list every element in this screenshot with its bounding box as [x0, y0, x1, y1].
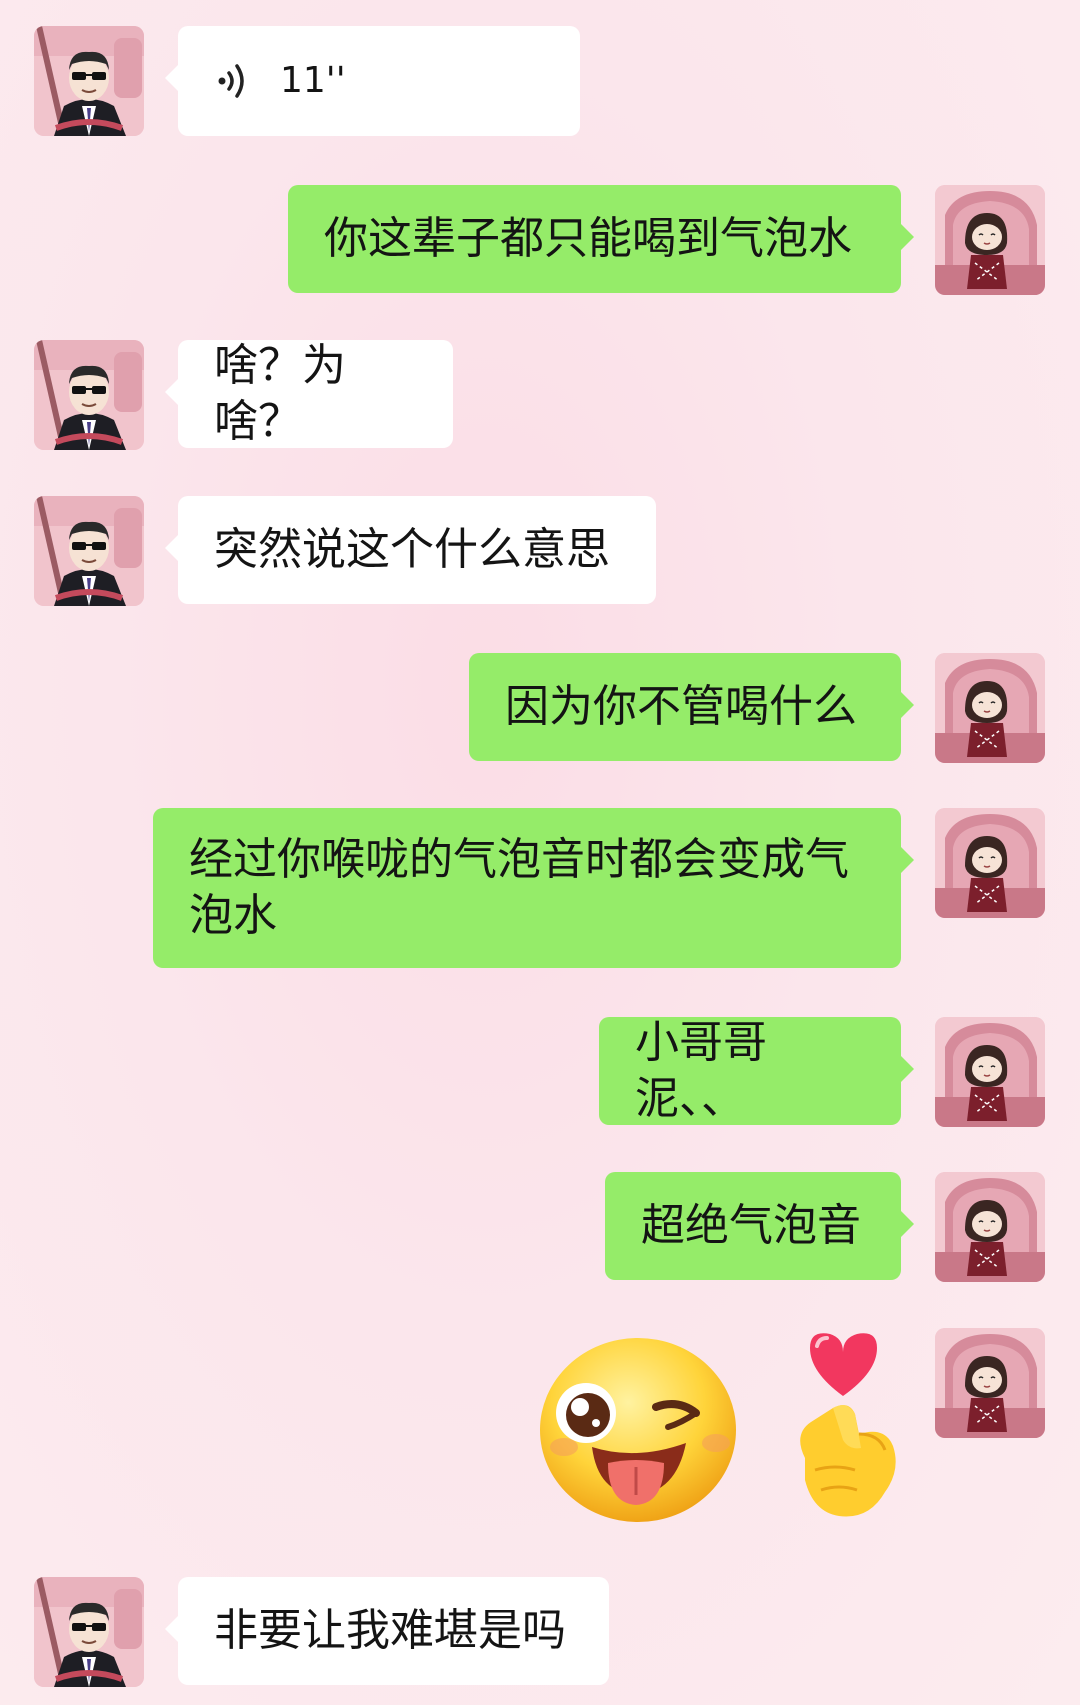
- heart-finger-emoji-sticker[interactable]: [775, 1330, 905, 1528]
- my-avatar[interactable]: [935, 1017, 1045, 1127]
- contact-avatar[interactable]: [34, 496, 144, 606]
- contact-avatar[interactable]: [34, 340, 144, 450]
- message-text: 啥？为啥？: [214, 340, 346, 447]
- message-bubble-outgoing[interactable]: 因为你不管喝什么: [469, 653, 914, 761]
- message-text: 非要让我难堪是吗: [214, 1605, 566, 1656]
- voice-wave-icon: [218, 64, 244, 98]
- message-text: 突然说这个什么意思: [214, 524, 610, 575]
- message-bubble-incoming[interactable]: 非要让我难堪是吗: [165, 1577, 609, 1685]
- my-avatar[interactable]: [935, 1328, 1045, 1438]
- message-text: 小哥哥泥、、: [635, 1017, 767, 1124]
- message-bubble-outgoing[interactable]: 经过你喉咙的气泡音时都会变成气泡水: [153, 808, 914, 968]
- message-text: 经过你喉咙的气泡音时都会变成气泡水: [189, 834, 849, 941]
- my-avatar[interactable]: [935, 1172, 1045, 1282]
- voice-duration: 11'': [280, 60, 346, 101]
- message-bubble-outgoing[interactable]: 超绝气泡音: [605, 1172, 914, 1280]
- message-text: 因为你不管喝什么: [505, 681, 857, 732]
- message-text: 超绝气泡音: [641, 1200, 861, 1251]
- message-bubble-incoming[interactable]: 突然说这个什么意思: [165, 496, 656, 604]
- voice-message-bubble[interactable]: 11'': [165, 26, 580, 136]
- my-avatar[interactable]: [935, 653, 1045, 763]
- message-text: 你这辈子都只能喝到气泡水: [324, 213, 852, 264]
- message-bubble-outgoing[interactable]: 你这辈子都只能喝到气泡水: [288, 185, 914, 293]
- wink-tongue-emoji-sticker[interactable]: [536, 1335, 741, 1525]
- message-bubble-incoming[interactable]: 啥？为啥？: [165, 340, 453, 448]
- contact-avatar[interactable]: [34, 1577, 144, 1687]
- my-avatar[interactable]: [935, 185, 1045, 295]
- chat-area[interactable]: 11'' 你这辈子都只能喝到气泡水 啥？为啥？ 突然说这个什么意思 因为你不管喝…: [0, 0, 1080, 1705]
- contact-avatar[interactable]: [34, 26, 144, 136]
- message-bubble-outgoing[interactable]: 小哥哥泥、、: [599, 1017, 914, 1125]
- my-avatar[interactable]: [935, 808, 1045, 918]
